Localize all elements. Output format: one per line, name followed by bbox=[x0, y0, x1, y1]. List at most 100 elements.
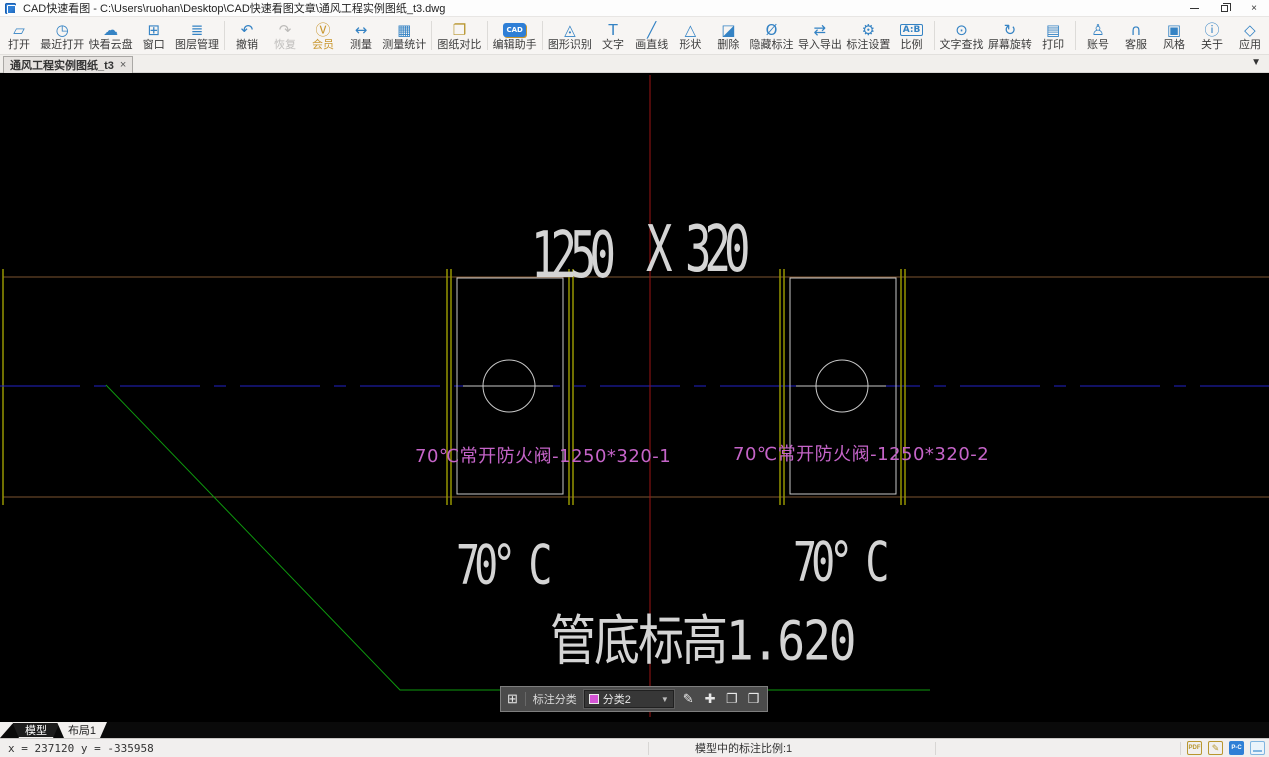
toolbar-button-measure[interactable]: ↔ 测量 bbox=[342, 17, 380, 54]
toolbar-button-icon: ↔ bbox=[355, 21, 368, 39]
toolbar-button-label: 文字查找 bbox=[940, 39, 984, 52]
toolbar-button-label: 图形识别 bbox=[548, 39, 592, 52]
copy-icon[interactable]: ❐ bbox=[724, 691, 739, 707]
restore-button[interactable] bbox=[1209, 0, 1239, 17]
toolbar-button-measure-stats[interactable]: ▦ 测量统计 bbox=[380, 17, 428, 54]
toolbar-button-import-export[interactable]: ⇄ 导入导出 bbox=[796, 17, 844, 54]
toolbar-button-icon: ◬ bbox=[564, 21, 576, 39]
toolbar-button-label: 最近打开 bbox=[40, 39, 84, 52]
toolbar-button-label: 窗口 bbox=[143, 39, 165, 52]
window-mode-icon[interactable] bbox=[1250, 741, 1265, 755]
toolbar-button-icon: ⚙ bbox=[862, 21, 875, 39]
category-selected-value: 分类2 bbox=[603, 691, 657, 707]
toolbar-button-annotation-settings[interactable]: ⚙ 标注设置 bbox=[844, 17, 892, 54]
toolbar-button-delete[interactable]: ◪ 删除 bbox=[709, 17, 747, 54]
paste-icon[interactable]: ❒ bbox=[746, 691, 761, 707]
document-tab[interactable]: 通风工程实例图纸_t3 × bbox=[3, 56, 133, 73]
toolbar-button-icon: ╱ bbox=[647, 21, 656, 39]
toolbar-button-about[interactable]: ⓘ 关于 bbox=[1193, 17, 1231, 54]
toolbar-button-shape-recognition[interactable]: ◬ 图形识别 bbox=[546, 17, 594, 54]
toolbar-button-label: 打印 bbox=[1042, 39, 1064, 52]
toolbar-button-label: 文字 bbox=[602, 39, 624, 52]
toolbar-separator bbox=[224, 21, 225, 50]
divider bbox=[935, 742, 936, 755]
toolbar-button-screen-rotate[interactable]: ↻ 屏幕旋转 bbox=[986, 17, 1034, 54]
share-export-icon[interactable]: ✎ bbox=[1208, 741, 1223, 755]
move-icon[interactable]: ✚ bbox=[703, 691, 718, 707]
tab-close-icon[interactable]: × bbox=[120, 59, 126, 71]
toolbar-button-label: 导入导出 bbox=[798, 39, 842, 52]
chevron-down-icon: ▼ bbox=[661, 695, 669, 704]
toolbar-button-label: 测量统计 bbox=[382, 39, 426, 52]
toolbar-button-layer-manager[interactable]: ≣ 图层管理 bbox=[173, 17, 221, 54]
annotation-floating-toolbar: ⊞ 标注分类 分类2 ▼ ✎ ✚ ❐ ❒ bbox=[500, 686, 768, 712]
toolbar-button-label: 恢复 bbox=[274, 39, 296, 52]
tab-layout1[interactable]: 布局1 bbox=[57, 722, 107, 738]
toolbar-button-scale[interactable]: A:B 比例 bbox=[893, 17, 931, 54]
toolbar-button-apps[interactable]: ◇ 应用 bbox=[1231, 17, 1269, 54]
main-toolbar: ▱ 打开 ◷ 最近打开 ☁ 快看云盘 ⊞ 窗口 ≣ 图层管理 ↶ 撤销 ↷ 恢复 bbox=[0, 17, 1269, 55]
tab-model[interactable]: 模型 bbox=[12, 722, 60, 738]
restore-icon bbox=[1221, 5, 1228, 12]
toolbar-button-edit-assistant[interactable]: CAD 编辑助手 bbox=[490, 17, 538, 54]
toolbar-button-label: 测量 bbox=[350, 39, 372, 52]
toolbar-button-icon: ↶ bbox=[241, 21, 254, 39]
toolbar-button-redo[interactable]: ↷ 恢复 bbox=[266, 17, 304, 54]
toolbar-button-vip-member[interactable]: Ⓥ 会员 bbox=[304, 17, 342, 54]
drawing-canvas[interactable]: 1250 X 320 70℃常开防火阀-1250*320-1 70℃常开防火阀-… bbox=[0, 73, 1269, 722]
toolbar-button-shapes[interactable]: △ 形状 bbox=[671, 17, 709, 54]
toolbar-button-icon: ◇ bbox=[1244, 21, 1256, 39]
toolbar-button-open[interactable]: ▱ 打开 bbox=[0, 17, 38, 54]
tab-overflow-icon[interactable]: ▼ bbox=[1251, 57, 1261, 68]
sheet-tab-wedge bbox=[0, 722, 14, 738]
category-dropdown[interactable]: 分类2 ▼ bbox=[584, 690, 674, 708]
pc-transfer-icon[interactable]: P-C bbox=[1229, 741, 1244, 755]
toolbar-button-label: 账号 bbox=[1087, 39, 1109, 52]
toolbar-button-recent-open[interactable]: ◷ 最近打开 bbox=[38, 17, 86, 54]
toolbar-button-draw-line[interactable]: ╱ 画直线 bbox=[632, 17, 671, 54]
close-button[interactable]: × bbox=[1239, 0, 1269, 17]
category-grid-icon[interactable]: ⊞ bbox=[507, 691, 518, 707]
toolbar-button-label: 风格 bbox=[1163, 39, 1185, 52]
toolbar-button-icon: ⊙ bbox=[955, 21, 968, 39]
divider bbox=[648, 742, 649, 755]
category-color-swatch bbox=[589, 694, 599, 704]
window-title: CAD快速看图 - C:\Users\ruohan\Desktop\CAD快速看… bbox=[23, 0, 445, 16]
minimize-button[interactable] bbox=[1179, 0, 1209, 17]
toolbar-button-icon: Ⓥ bbox=[315, 21, 330, 39]
toolbar-button-account[interactable]: ♙ 账号 bbox=[1079, 17, 1117, 54]
toolbar-button-hide-annotations[interactable]: Ø 隐藏标注 bbox=[747, 17, 795, 54]
toolbar-button-text-search[interactable]: ⊙ 文字查找 bbox=[937, 17, 985, 54]
pdf-export-icon[interactable]: PDF bbox=[1187, 741, 1202, 755]
category-label: 标注分类 bbox=[533, 691, 577, 707]
duct-size-height-text: X 320 bbox=[646, 213, 743, 287]
toolbar-button-style[interactable]: ▣ 风格 bbox=[1155, 17, 1193, 54]
toolbar-button-icon: ↻ bbox=[1004, 21, 1017, 39]
toolbar-button-cloud-disk[interactable]: ☁ 快看云盘 bbox=[86, 17, 134, 54]
edit-icon[interactable]: ✎ bbox=[681, 691, 696, 707]
document-tab-label: 通风工程实例图纸_t3 bbox=[10, 57, 114, 73]
status-bar: x = 237120 y = -335958 模型中的标注比例:1 PDF ✎ … bbox=[0, 738, 1269, 757]
toolbar-button-window[interactable]: ⊞ 窗口 bbox=[135, 17, 173, 54]
toolbar-button-icon: ❐ bbox=[453, 21, 466, 39]
toolbar-button-icon: CAD bbox=[503, 23, 525, 37]
toolbar-button-label: 关于 bbox=[1201, 39, 1223, 52]
toolbar-button-print[interactable]: ▤ 打印 bbox=[1034, 17, 1072, 54]
toolbar-button-undo[interactable]: ↶ 撤销 bbox=[228, 17, 266, 54]
toolbar-button-drawing-compare[interactable]: ❐ 图纸对比 bbox=[435, 17, 483, 54]
toolbar-button-label: 隐藏标注 bbox=[750, 39, 794, 52]
temp-right-text: 70° C bbox=[793, 532, 883, 594]
divider bbox=[1180, 742, 1181, 755]
divider bbox=[525, 692, 526, 706]
elevation-text: 管底标高1.620 bbox=[550, 598, 854, 676]
toolbar-button-support[interactable]: ∩ 客服 bbox=[1117, 17, 1155, 54]
toolbar-button-label: 屏幕旋转 bbox=[988, 39, 1032, 52]
toolbar-button-icon: ▱ bbox=[13, 21, 25, 39]
duct-size-width-text: 1250 bbox=[531, 219, 609, 293]
toolbar-button-icon: ↷ bbox=[279, 21, 292, 39]
sheet-tab-bar: 模型 布局1 bbox=[0, 722, 1269, 738]
document-tab-bar: 通风工程实例图纸_t3 × ▼ bbox=[0, 55, 1269, 73]
toolbar-button-label: 撤销 bbox=[236, 39, 258, 52]
toolbar-button-label: 图纸对比 bbox=[437, 39, 481, 52]
toolbar-button-text[interactable]: T 文字 bbox=[594, 17, 632, 54]
